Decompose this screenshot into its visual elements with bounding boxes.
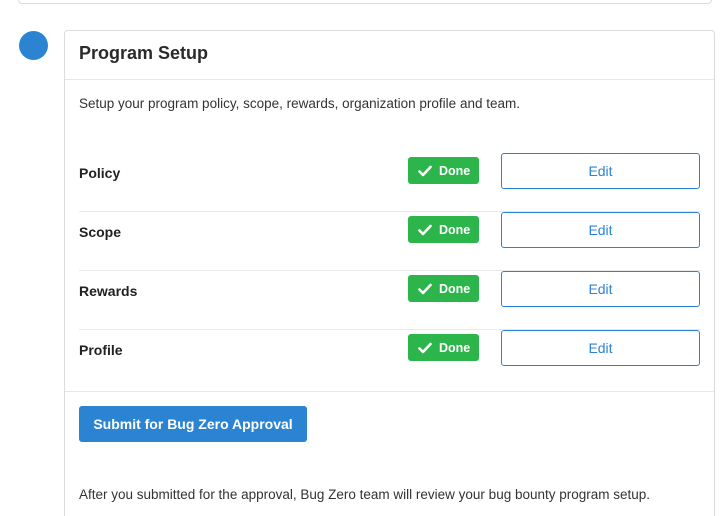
check-icon	[418, 283, 432, 294]
status-badge: Done	[408, 275, 479, 302]
setup-item-rewards: Rewards Done Edit	[79, 271, 701, 330]
page: Program Setup Setup your program policy,…	[0, 0, 728, 516]
section-divider	[65, 391, 714, 392]
item-label: Profile	[79, 342, 123, 358]
edit-policy-button[interactable]: Edit	[501, 153, 700, 189]
setup-item-profile: Profile Done Edit	[79, 330, 701, 389]
item-label: Rewards	[79, 283, 138, 299]
submit-approval-button[interactable]: Submit for Bug Zero Approval	[79, 406, 307, 442]
edit-scope-button[interactable]: Edit	[501, 212, 700, 248]
status-label: Done	[439, 163, 471, 178]
status-badge: Done	[408, 334, 479, 361]
page-title: Program Setup	[79, 43, 209, 63]
setup-item-policy: Policy Done Edit	[79, 153, 701, 212]
status-label: Done	[439, 340, 471, 355]
edit-rewards-button[interactable]: Edit	[501, 271, 700, 307]
setup-items-list: Policy Done Edit Scope Done Edit Rewards	[79, 153, 701, 389]
check-icon	[418, 224, 432, 235]
step-indicator-dot	[19, 31, 48, 60]
item-label: Scope	[79, 224, 122, 240]
status-label: Done	[439, 222, 471, 237]
footer-note: After you submitted for the approval, Bu…	[79, 487, 651, 502]
status-badge: Done	[408, 216, 479, 243]
section-description: Setup your program policy, scope, reward…	[79, 96, 520, 111]
status-label: Done	[439, 281, 471, 296]
edit-profile-button[interactable]: Edit	[501, 330, 700, 366]
setup-item-scope: Scope Done Edit	[79, 212, 701, 271]
check-icon	[418, 165, 432, 176]
program-setup-card: Program Setup Setup your program policy,…	[64, 30, 715, 516]
status-badge: Done	[408, 157, 479, 184]
item-label: Policy	[79, 165, 121, 181]
check-icon	[418, 342, 432, 353]
card-header: Program Setup	[65, 31, 714, 80]
previous-step-card	[18, 0, 712, 4]
